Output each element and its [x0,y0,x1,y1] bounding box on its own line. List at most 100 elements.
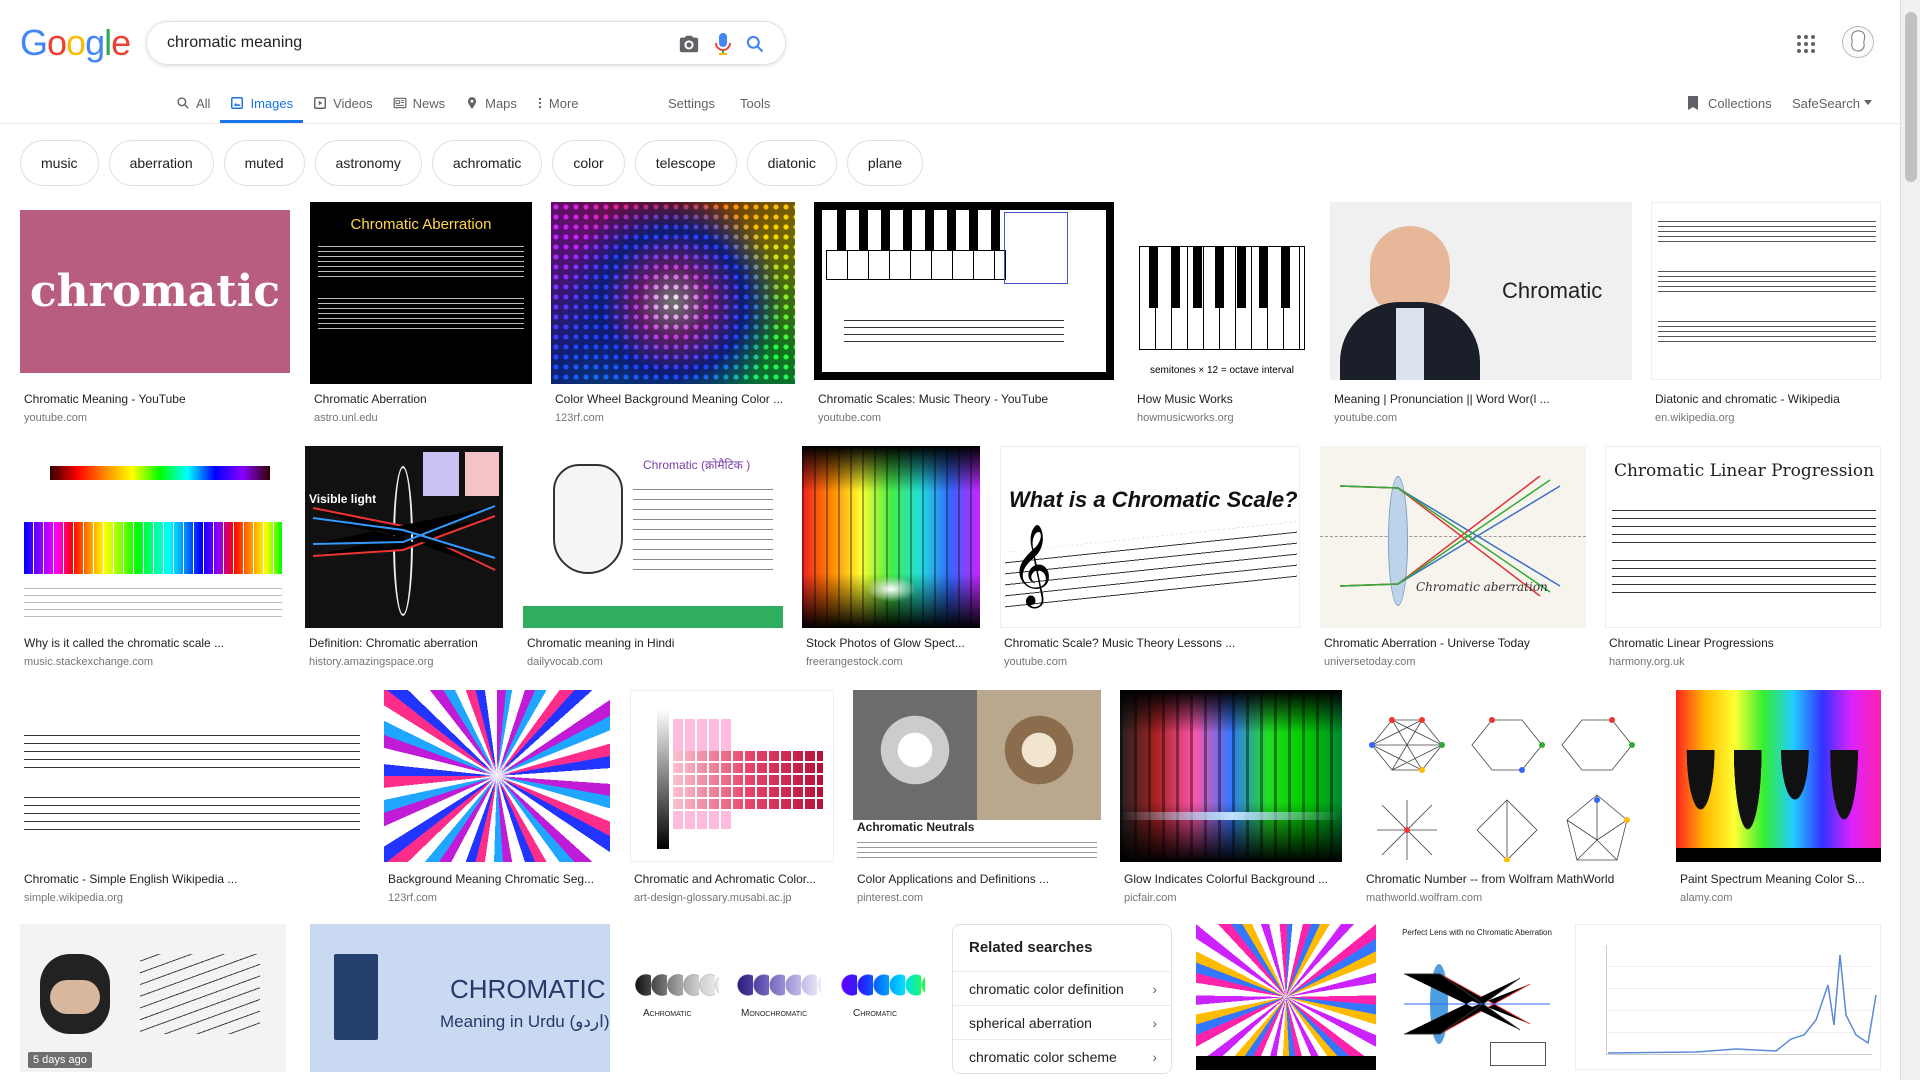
tab-all[interactable]: All [166,84,220,122]
result-thumbnail[interactable]: Chromatic (क्रोमैटिक ) [523,446,783,628]
result-thumbnail[interactable] [551,202,795,384]
image-result[interactable]: Chromatic Meaning | Pronunciation || Wor… [1330,202,1632,432]
image-result[interactable]: Paint Spectrum Meaning Color S... alamy.… [1676,690,1881,910]
result-thumbnail[interactable] [1651,202,1881,380]
image-result[interactable]: Achromatic Neutrals Color Applications a… [853,690,1101,910]
result-thumbnail[interactable] [1196,924,1376,1070]
image-result[interactable]: Glow Indicates Colorful Background ... p… [1120,690,1342,910]
result-source[interactable]: dailyvocab.com [527,656,603,668]
result-source[interactable]: youtube.com [818,412,881,424]
result-source[interactable]: astro.unl.edu [314,412,378,424]
result-source[interactable]: harmony.org.uk [1609,656,1685,668]
tab-images[interactable]: Images [220,84,303,123]
tab-maps[interactable]: Maps [455,84,527,122]
collections-link[interactable]: Collections [1686,84,1772,122]
result-thumbnail[interactable] [1120,690,1342,862]
result-thumbnail[interactable]: 5 days ago [20,924,286,1072]
result-thumbnail[interactable]: Chromatic aberration [1320,446,1586,628]
result-thumbnail[interactable]: chromatic [20,202,290,382]
result-source[interactable]: pinterest.com [857,892,923,904]
result-source[interactable]: youtube.com [1004,656,1067,668]
image-result[interactable]: What is a Chromatic Scale? 𝄞 Chromatic S… [1000,446,1300,676]
image-result[interactable]: Visible light Definition: Chromatic aber… [305,446,503,676]
result-source[interactable]: art-design-glossary.musabi.ac.jp [634,892,792,904]
result-thumbnail[interactable] [20,446,286,628]
tab-videos[interactable]: Videos [303,84,383,122]
image-result[interactable]: Achromatic Monochromatic Chromatic [631,924,933,1074]
result-source[interactable]: freerangestock.com [806,656,903,668]
result-thumbnail[interactable]: Chromatic [1330,202,1632,380]
chip-color[interactable]: color [552,140,625,186]
image-result[interactable] [1575,924,1881,1074]
result-title[interactable]: Why is it called the chromatic scale ... [24,636,286,650]
google-logo[interactable]: Google [20,22,131,64]
related-search-item[interactable]: spherical aberration › [953,1005,1171,1039]
result-title[interactable]: Chromatic Scales: Music Theory - YouTube [818,392,1114,406]
result-source[interactable]: en.wikipedia.org [1655,412,1735,424]
result-title[interactable]: How Music Works [1137,392,1311,406]
result-thumbnail[interactable]: Chromatic Linear Progression [1605,446,1881,628]
result-source[interactable]: 123rf.com [388,892,437,904]
result-title[interactable]: Chromatic Meaning - YouTube [24,392,290,406]
chip-telescope[interactable]: telescope [634,140,737,186]
result-title[interactable]: Glow Indicates Colorful Background ... [1124,872,1342,886]
tab-news[interactable]: News [383,84,456,122]
image-result[interactable]: Chromatic Scales: Music Theory - YouTube… [814,202,1114,432]
result-title[interactable]: Chromatic meaning in Hindi [527,636,783,650]
chip-music[interactable]: music [20,140,99,186]
chip-plane[interactable]: plane [846,140,924,186]
chip-achromatic[interactable]: achromatic [431,140,543,186]
apps-grid-icon[interactable] [1794,32,1818,56]
result-thumbnail[interactable]: Visible light [305,446,503,628]
image-result[interactable] [1196,924,1376,1074]
result-thumbnail[interactable]: Chromatic Aberration [310,202,532,384]
microphone-icon[interactable] [711,32,735,56]
result-source[interactable]: mathworld.wolfram.com [1366,892,1482,904]
result-title[interactable]: Chromatic Aberration - Universe Today [1324,636,1586,650]
result-source[interactable]: simple.wikipedia.org [24,892,123,904]
result-source[interactable]: picfair.com [1124,892,1177,904]
image-result[interactable]: Chromatic Linear Progression Chromatic L… [1605,446,1881,676]
result-title[interactable]: Chromatic and Achromatic Color... [634,872,834,886]
result-source[interactable]: 123rf.com [555,412,604,424]
result-thumbnail[interactable] [1575,924,1881,1070]
result-title[interactable]: Chromatic Aberration [314,392,532,406]
chip-aberration[interactable]: aberration [108,140,214,186]
image-result[interactable]: Background Meaning Chromatic Seg... 123r… [384,690,610,910]
camera-icon[interactable] [677,32,701,56]
result-title[interactable]: Paint Spectrum Meaning Color S... [1680,872,1881,886]
result-title[interactable]: Meaning | Pronunciation || Word Wor(l ..… [1334,392,1632,406]
image-result[interactable]: Color Wheel Background Meaning Color ...… [551,202,795,432]
result-title[interactable]: Definition: Chromatic aberration [309,636,503,650]
image-result[interactable]: Chromatic (क्रोमैटिक ) Chromatic meaning… [523,446,783,676]
search-input[interactable]: chromatic meaning [167,34,302,52]
image-result[interactable]: CHROMATIC Meaning in Urdu (اردو) [310,924,610,1074]
image-result[interactable]: Stock Photos of Glow Spect... freeranges… [802,446,980,676]
result-title[interactable]: Color Applications and Definitions ... [857,872,1101,886]
result-thumbnail[interactable] [20,690,364,862]
image-result[interactable]: Chromatic aberration Chromatic Aberratio… [1320,446,1586,676]
result-thumbnail[interactable] [814,202,1114,380]
chip-muted[interactable]: muted [223,140,305,186]
result-source[interactable]: universetoday.com [1324,656,1416,668]
avatar[interactable] [1842,26,1874,58]
image-result[interactable]: Diatonic and chromatic - Wikipedia en.wi… [1651,202,1881,432]
result-thumbnail[interactable] [384,690,610,862]
result-source[interactable]: howmusicworks.org [1137,412,1234,424]
tools-link[interactable]: Tools [740,84,770,122]
result-thumbnail[interactable]: What is a Chromatic Scale? 𝄞 [1000,446,1300,628]
image-result[interactable]: Why is it called the chromatic scale ...… [20,446,286,676]
image-result[interactable]: Perfect Lens with no Chromatic Aberratio… [1400,924,1554,1074]
chip-astronomy[interactable]: astronomy [314,140,422,186]
tab-more[interactable]: More [527,84,589,122]
settings-link[interactable]: Settings [668,84,715,122]
result-thumbnail[interactable] [630,690,834,862]
related-search-item[interactable]: chromatic color scheme › [953,1039,1171,1073]
scrollbar[interactable] [1900,0,1920,1080]
result-title[interactable]: Diatonic and chromatic - Wikipedia [1655,392,1881,406]
result-title[interactable]: Stock Photos of Glow Spect... [806,636,980,650]
result-source[interactable]: youtube.com [1334,412,1397,424]
result-title[interactable]: Color Wheel Background Meaning Color ... [555,392,795,406]
result-thumbnail[interactable] [1676,690,1881,862]
search-icon[interactable] [743,32,767,56]
